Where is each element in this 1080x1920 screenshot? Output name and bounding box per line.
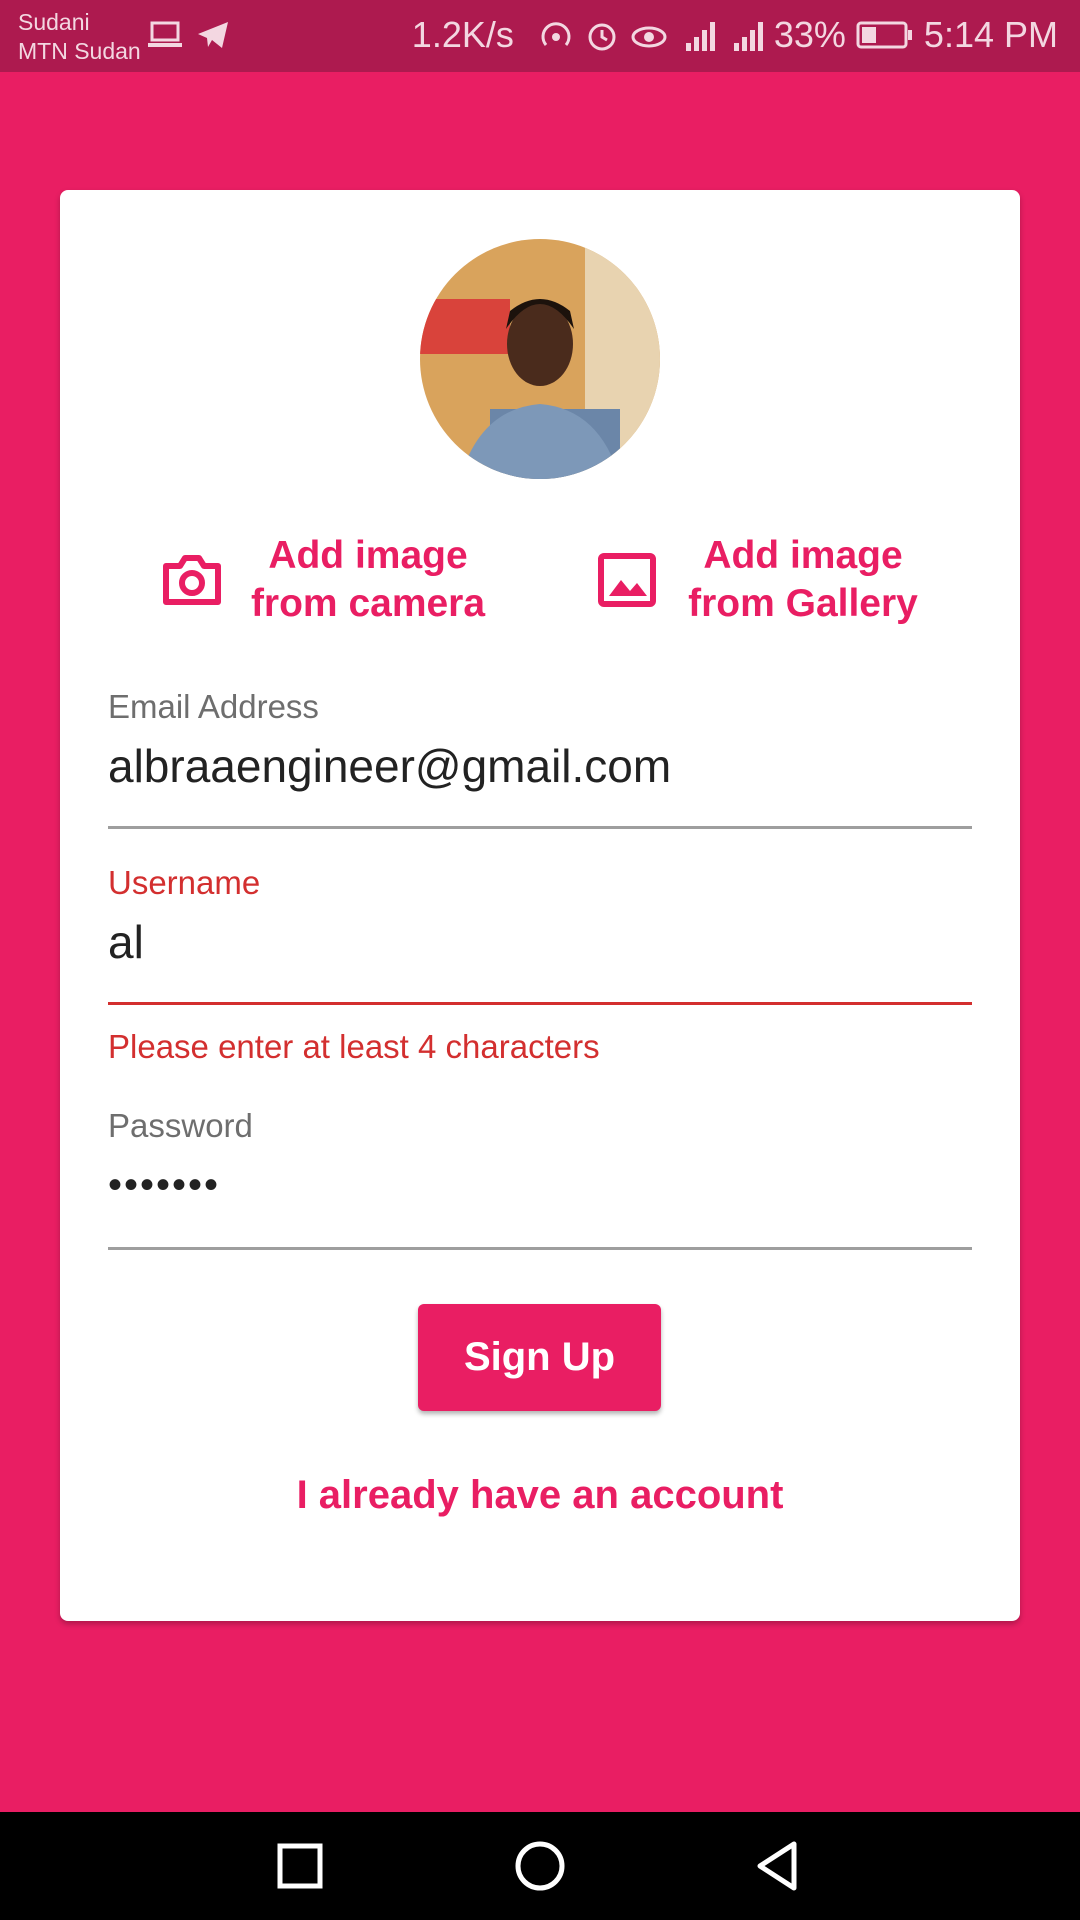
email-field: Email Address [108, 688, 972, 829]
username-error: Please enter at least 4 characters [108, 1028, 600, 1065]
username-label: Username [108, 864, 261, 901]
recents-icon[interactable] [270, 1836, 330, 1896]
password-input[interactable] [108, 1155, 972, 1215]
battery-percent: 33% [773, 14, 846, 55]
carrier-name: Sudani [18, 9, 90, 35]
existing-account-link[interactable]: I already have an account [60, 1473, 1020, 1518]
username-underline [108, 1002, 972, 1005]
username-input[interactable] [108, 912, 972, 972]
network-speed: 1.2K/s [411, 14, 514, 55]
back-icon[interactable] [750, 1836, 810, 1896]
home-icon[interactable] [510, 1836, 570, 1896]
carrier-network: MTN Sudan [18, 38, 141, 64]
gallery-label: Add image from Gallery [673, 532, 933, 628]
signup-card: Add image from camera Add image from Gal… [60, 190, 1020, 1621]
notification-icons [148, 20, 230, 50]
camera-label: Add image from camera [238, 532, 498, 628]
hotspot-icon [541, 22, 571, 46]
image-icon [598, 553, 656, 607]
alarm-icon [588, 23, 616, 51]
user-photo-icon [420, 239, 660, 479]
password-label: Password [108, 1107, 253, 1144]
eye-icon [631, 26, 667, 48]
clock: 5:14 PM [923, 14, 1058, 55]
navigation-bar [0, 1812, 1080, 1920]
email-label: Email Address [108, 688, 319, 725]
add-from-camera-button[interactable]: Add image from camera [160, 530, 498, 630]
email-underline [108, 826, 972, 829]
camera-icon [163, 555, 221, 605]
gallery-label-line1: Add image [703, 534, 903, 577]
username-field: Username Please enter at least 4 charact… [108, 864, 972, 1065]
password-field: Password [108, 1107, 972, 1250]
battery-icon [856, 21, 912, 49]
status-right: 1.2K/s 33% 5:14 PM [412, 14, 1058, 56]
telegram-icon [198, 22, 228, 48]
gallery-label-line2: from Gallery [688, 582, 918, 625]
add-from-gallery-button[interactable]: Add image from Gallery [595, 530, 933, 630]
signal-2g-icon [685, 22, 715, 51]
camera-label-line2: from camera [250, 582, 486, 625]
password-underline [108, 1247, 972, 1250]
email-input[interactable] [108, 736, 972, 796]
carrier-info: Sudani MTN Sudan [18, 8, 141, 66]
laptop-icon [148, 21, 182, 47]
image-source-actions: Add image from camera Add image from Gal… [60, 530, 1020, 630]
camera-label-line1: Add image [268, 534, 468, 577]
status-bar: Sudani MTN Sudan 1.2K/s 33% 5:14 PM [0, 0, 1080, 72]
sign-up-button[interactable]: Sign Up [418, 1304, 661, 1411]
profile-avatar[interactable] [420, 239, 660, 479]
signal-hplus-icon [733, 22, 763, 51]
